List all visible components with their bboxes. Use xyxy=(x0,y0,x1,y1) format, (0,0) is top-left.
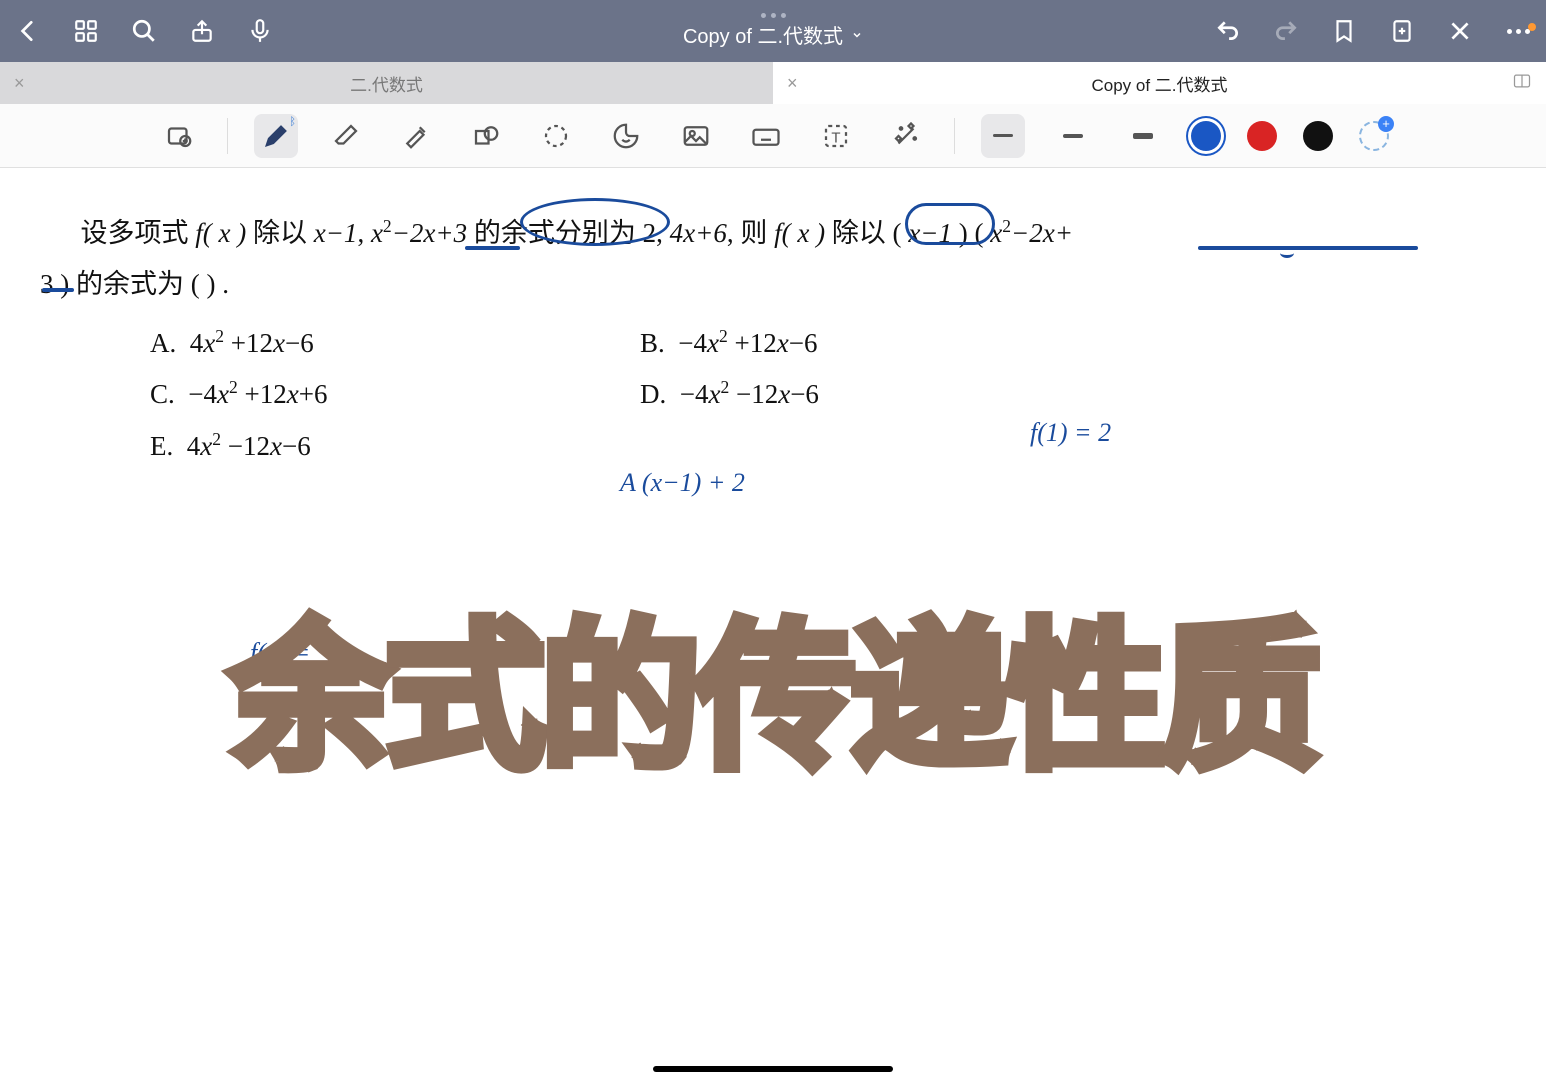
option-C: C. −4x2 +12x+6 xyxy=(150,369,640,420)
zoom-tool[interactable] xyxy=(157,114,201,158)
separator xyxy=(227,118,228,154)
tab-1[interactable]: × 二.代数式 xyxy=(0,62,773,104)
share-button[interactable] xyxy=(186,15,218,47)
options-block: A. 4x2 +12x−6 B. −4x2 +12x−6 C. −4x2 +12… xyxy=(150,318,819,472)
close-button[interactable] xyxy=(1444,15,1476,47)
search-button[interactable] xyxy=(128,15,160,47)
option-D: D. −4x2 −12x−6 xyxy=(640,369,819,420)
shape-tool[interactable] xyxy=(464,114,508,158)
add-page-button[interactable] xyxy=(1386,15,1418,47)
pen-tool[interactable]: ᛒ xyxy=(254,114,298,158)
back-button[interactable] xyxy=(12,15,44,47)
tab-bar: × 二.代数式 × Copy of 二.代数式 xyxy=(0,62,1546,104)
ink-note: A (x−1) + 2 xyxy=(620,468,745,498)
sticker-tool[interactable] xyxy=(604,114,648,158)
toolbar: ᛒ T xyxy=(0,104,1546,168)
separator xyxy=(954,118,955,154)
image-tool[interactable] xyxy=(674,114,718,158)
magic-tool[interactable] xyxy=(884,114,928,158)
tab-2[interactable]: × Copy of 二.代数式 xyxy=(773,62,1546,104)
bookmark-button[interactable] xyxy=(1328,15,1360,47)
svg-text:T: T xyxy=(831,129,840,146)
redo-button[interactable] xyxy=(1270,15,1302,47)
eraser-tool[interactable] xyxy=(324,114,368,158)
tab-close-icon[interactable]: × xyxy=(14,74,25,92)
tab-close-icon[interactable]: × xyxy=(787,74,798,92)
more-button[interactable] xyxy=(1502,15,1534,47)
option-E: E. 4x2 −12x−6 xyxy=(150,421,640,472)
grid-view-button[interactable] xyxy=(70,15,102,47)
problem-stem: 设多项式 f( x ) 除以 x−1, x2−2x+3 的余式分别为 2, 4x… xyxy=(40,208,1426,311)
canvas[interactable]: 设多项式 f( x ) 除以 x−1, x2−2x+3 的余式分别为 2, 4x… xyxy=(0,168,1546,1080)
tab-label: 二.代数式 xyxy=(350,71,423,96)
color-red[interactable] xyxy=(1247,121,1277,151)
color-black[interactable] xyxy=(1303,121,1333,151)
title-area[interactable]: Copy of 二.代数式 xyxy=(683,13,863,49)
overlay-title: 余式的传递性质 xyxy=(230,568,1315,800)
option-A: A. 4x2 +12x−6 xyxy=(150,318,640,369)
bluetooth-icon: ᛒ xyxy=(289,116,296,128)
drag-handle-icon xyxy=(760,13,785,18)
text-tool[interactable]: T xyxy=(814,114,858,158)
undo-button[interactable] xyxy=(1212,15,1244,47)
ink-note: f(1) = 2 xyxy=(1030,418,1111,448)
stroke-medium[interactable] xyxy=(1051,114,1095,158)
add-color-button[interactable] xyxy=(1359,121,1389,151)
stroke-thin[interactable] xyxy=(981,114,1025,158)
ink-note: f(x) = xyxy=(250,638,310,668)
keyboard-tool[interactable] xyxy=(744,114,788,158)
split-view-icon[interactable] xyxy=(1512,71,1532,96)
color-blue[interactable] xyxy=(1191,121,1221,151)
chevron-down-icon xyxy=(851,29,863,41)
notification-badge xyxy=(1528,23,1536,31)
stroke-thick[interactable] xyxy=(1121,114,1165,158)
option-B: B. −4x2 +12x−6 xyxy=(640,318,817,369)
document-title: Copy of 二.代数式 xyxy=(683,20,843,49)
lasso-tool[interactable] xyxy=(534,114,578,158)
home-indicator[interactable] xyxy=(653,1066,893,1072)
top-left-group xyxy=(12,15,276,47)
top-bar: Copy of 二.代数式 xyxy=(0,0,1546,62)
microphone-button[interactable] xyxy=(244,15,276,47)
top-right-group xyxy=(1212,15,1534,47)
tab-label: Copy of 二.代数式 xyxy=(1091,71,1227,96)
highlighter-tool[interactable] xyxy=(394,114,438,158)
